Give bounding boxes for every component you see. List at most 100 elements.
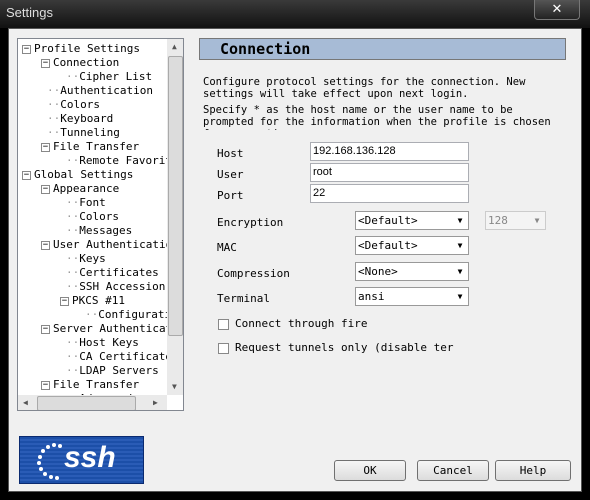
- tree-item-label: Font: [79, 196, 106, 209]
- tree-item-label: Global Settings: [34, 168, 134, 181]
- keysize-select: 128 ▼: [485, 211, 546, 230]
- tree-item[interactable]: ··Messages: [60, 224, 132, 238]
- tree-item-label: Configuratio: [98, 308, 178, 321]
- compression-select[interactable]: <None> ▼: [355, 262, 469, 281]
- tree-line-icon: ··: [66, 266, 80, 279]
- collapse-icon[interactable]: −: [60, 296, 69, 306]
- settings-dialog: − Profile Settings − Connection ··Cipher Lis…: [8, 28, 582, 492]
- tree-item-label: CA Certificates: [79, 350, 179, 363]
- tree-item[interactable]: − PKCS #11: [60, 294, 125, 308]
- collapse-icon[interactable]: −: [41, 240, 50, 250]
- settings-tree[interactable]: − Profile Settings − Connection ··Cipher Lis…: [17, 38, 184, 411]
- collapse-icon[interactable]: −: [41, 380, 50, 390]
- close-button[interactable]: ✕: [534, 0, 580, 20]
- tree-item-label: User Authenticatio: [53, 238, 173, 251]
- tree-item-label: Remote Favorite: [79, 154, 179, 167]
- scroll-thumb-h[interactable]: [37, 396, 136, 410]
- tree-item[interactable]: − Appearance: [41, 182, 119, 196]
- collapse-icon[interactable]: −: [41, 58, 50, 68]
- tree-line-icon: ··: [66, 210, 80, 223]
- tree-item-label: File Transfer: [53, 378, 140, 391]
- tree-item-label: Colors: [60, 98, 100, 111]
- chevron-down-icon: ▼: [457, 267, 463, 276]
- panel-title: Connection: [220, 40, 311, 58]
- tree-item-label: Messages: [79, 224, 133, 237]
- checkbox-icon[interactable]: [218, 342, 229, 354]
- tree-item[interactable]: − File Transfer: [41, 140, 139, 154]
- mac-select[interactable]: <Default> ▼: [355, 236, 469, 255]
- scroll-down-icon[interactable]: ▼: [172, 382, 177, 391]
- chevron-down-icon: ▼: [457, 241, 463, 250]
- tree-item[interactable]: ··Font: [60, 196, 106, 210]
- tree-item-label: Keyboard: [60, 112, 114, 125]
- help-button[interactable]: Help: [495, 460, 571, 481]
- title-bar[interactable]: Settings ✕: [0, 0, 590, 28]
- tree-item[interactable]: − Profile Settings: [22, 42, 140, 56]
- host-label: Host: [217, 147, 244, 160]
- collapse-icon[interactable]: −: [41, 184, 50, 194]
- tree-line-icon: ··: [66, 280, 80, 293]
- tree-line-icon: ··: [47, 112, 61, 125]
- tree-item[interactable]: ··Cipher List: [60, 70, 152, 84]
- tree-item-label: Certificates: [79, 266, 159, 279]
- tree-item[interactable]: ··SSH Accession: [60, 280, 165, 294]
- tree-item[interactable]: ··Colors: [41, 98, 100, 112]
- firewall-checkbox[interactable]: Connect through fire: [218, 317, 367, 331]
- description-text: Configure protocol settings for the conn…: [203, 76, 526, 100]
- tree-item[interactable]: − File Transfer: [41, 378, 139, 392]
- compression-value: <None>: [358, 265, 398, 278]
- tree-item-label: Authentication: [60, 84, 153, 97]
- vertical-scrollbar[interactable]: ▲ ▼: [167, 39, 183, 395]
- tree-item-label: PKCS #11: [72, 294, 125, 307]
- encryption-label: Encryption: [217, 216, 284, 229]
- port-input[interactable]: 22: [310, 184, 469, 203]
- horizontal-scrollbar[interactable]: ◀ ▶: [18, 395, 167, 410]
- tree-line-icon: ··: [66, 252, 80, 265]
- collapse-icon[interactable]: −: [22, 44, 31, 54]
- tree-item[interactable]: ··Remote Favorite: [60, 154, 179, 168]
- encryption-value: <Default>: [358, 214, 418, 227]
- tree-item-label: Profile Settings: [34, 42, 140, 55]
- tree-line-icon: ··: [66, 224, 80, 237]
- tree-item[interactable]: ··Authentication: [41, 84, 153, 98]
- tree-item[interactable]: − Server Authenticat: [41, 322, 172, 336]
- ok-button[interactable]: OK: [334, 460, 406, 481]
- mac-value: <Default>: [358, 239, 418, 252]
- collapse-icon[interactable]: −: [41, 324, 50, 334]
- tree-item[interactable]: ··CA Certificates: [60, 350, 179, 364]
- tree-item[interactable]: ··Configuratio: [79, 308, 178, 322]
- tunnels-checkbox[interactable]: Request tunnels only (disable ter: [218, 341, 454, 355]
- scroll-right-icon[interactable]: ▶: [153, 398, 158, 407]
- scroll-thumb[interactable]: [168, 56, 183, 336]
- tree-item[interactable]: − Global Settings: [22, 168, 133, 182]
- tree-item[interactable]: − User Authenticatio: [41, 238, 172, 252]
- user-input[interactable]: root: [310, 163, 469, 182]
- tree-item-label: File Transfer: [53, 140, 140, 153]
- port-label: Port: [217, 189, 244, 202]
- collapse-icon[interactable]: −: [41, 142, 50, 152]
- terminal-select[interactable]: ansi ▼: [355, 287, 469, 306]
- tree-item[interactable]: ··Keys: [60, 252, 106, 266]
- tree-item[interactable]: ··LDAP Servers: [60, 364, 159, 378]
- cancel-button[interactable]: Cancel: [417, 460, 489, 481]
- encryption-select[interactable]: <Default> ▼: [355, 211, 469, 230]
- tree-item[interactable]: ··Tunneling: [41, 126, 120, 140]
- tree-item-label: SSH Accession: [79, 280, 166, 293]
- tree-item[interactable]: ··Certificates: [60, 266, 159, 280]
- tree-item[interactable]: ··Host Keys: [60, 336, 139, 350]
- tree-line-icon: ··: [47, 126, 61, 139]
- checkbox-icon[interactable]: [218, 318, 229, 330]
- tunnels-label: Request tunnels only (disable ter: [235, 341, 454, 354]
- chevron-down-icon: ▼: [457, 292, 463, 301]
- tree-item-label: Appearance: [53, 182, 120, 195]
- host-input[interactable]: 192.168.136.128: [310, 142, 469, 161]
- terminal-label: Terminal: [217, 292, 270, 305]
- collapse-icon[interactable]: −: [22, 170, 31, 180]
- tree-line-icon: ··: [66, 336, 80, 349]
- tree-item[interactable]: ··Colors: [60, 210, 119, 224]
- tree-item[interactable]: ··Keyboard: [41, 112, 113, 126]
- scroll-up-icon[interactable]: ▲: [172, 42, 177, 51]
- tree-line-icon: ··: [47, 84, 61, 97]
- tree-item[interactable]: − Connection: [41, 56, 119, 70]
- scroll-left-icon[interactable]: ◀: [23, 398, 28, 407]
